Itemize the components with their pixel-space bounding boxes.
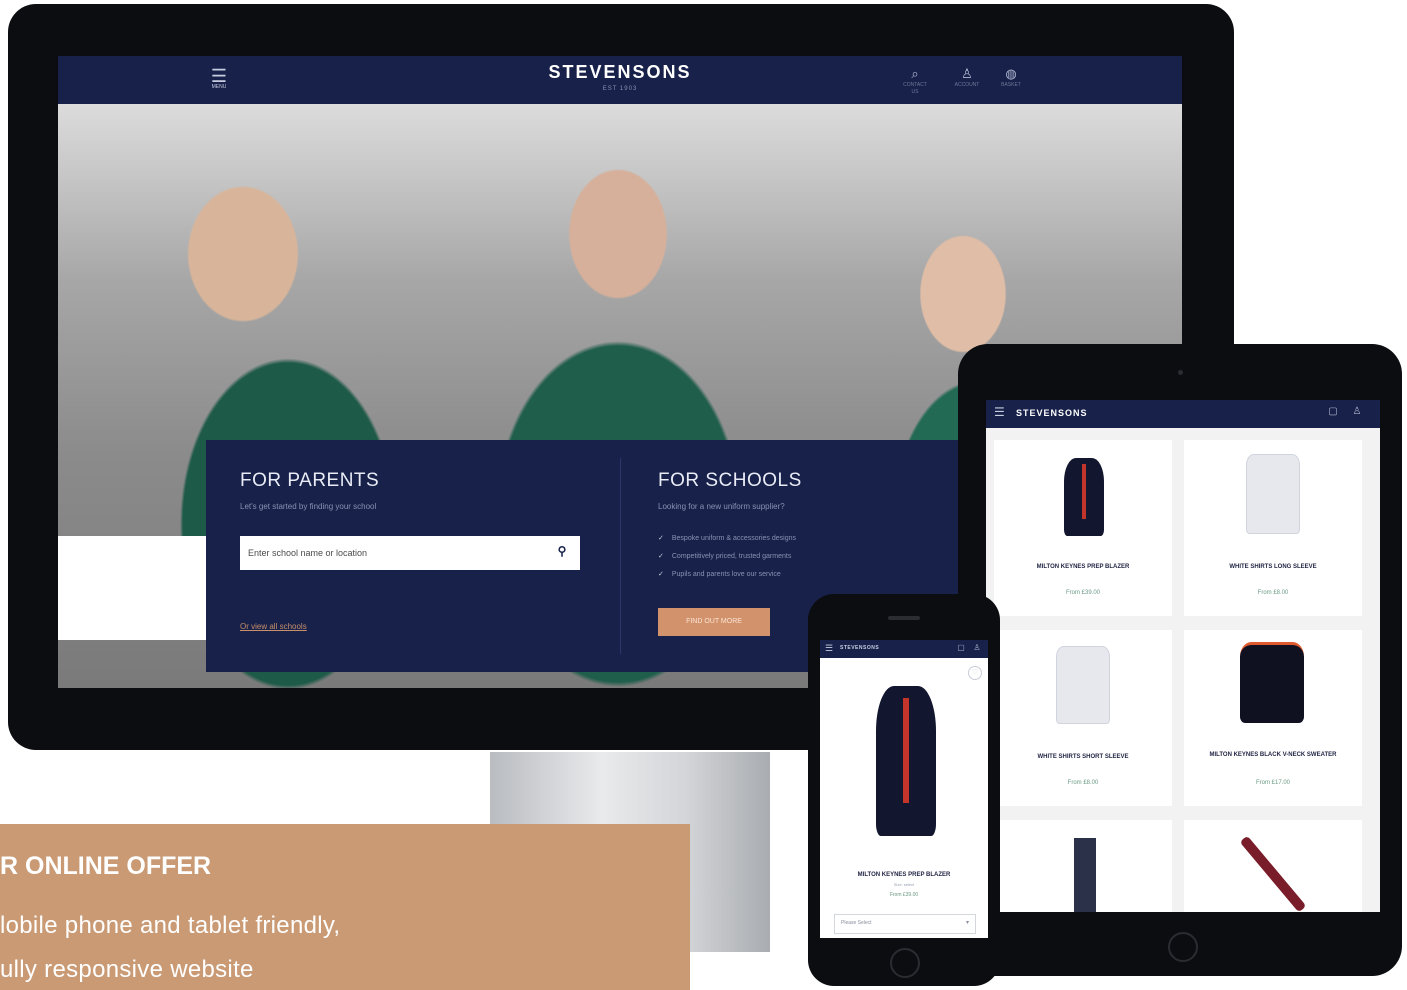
product-card[interactable]	[1184, 820, 1362, 912]
account-icon[interactable]: ♙	[972, 643, 982, 655]
check-icon: ✓	[658, 571, 664, 578]
phone-header: ☰ STEVENSONS ▢ ♙	[820, 640, 988, 658]
site-header: ☰ MENU STEVENSONS EST 1903 ⌕ CONTACT US …	[58, 56, 1182, 104]
account-icon[interactable]: ♙	[1350, 406, 1364, 420]
hero-lower-fill	[58, 536, 208, 640]
search-icon: ⌕	[911, 66, 919, 81]
product-price: From £8.00	[1257, 590, 1289, 596]
panel-divider	[620, 458, 621, 654]
brand-est: EST 1903	[602, 86, 638, 92]
offer-line: ully responsive website	[0, 956, 254, 983]
brand-logo[interactable]: STEVENSONS	[520, 62, 720, 83]
product-price: From £39.00	[1065, 590, 1101, 596]
menu-button[interactable]: ☰ MENU	[208, 66, 230, 94]
product-card[interactable]: MILTON KEYNES PREP BLAZER From £39.00	[994, 440, 1172, 616]
schools-subtitle: Looking for a new uniform supplier?	[658, 502, 785, 511]
product-name: WHITE SHIRTS SHORT SLEEVE	[1037, 754, 1129, 760]
search-icon[interactable]: ⚲	[554, 544, 570, 560]
check-icon: ✓	[658, 553, 664, 560]
school-search-input[interactable]	[248, 545, 548, 561]
shirt-image	[1246, 454, 1300, 534]
product-name: WHITE SHIRTS LONG SLEEVE	[1229, 564, 1317, 570]
basket-icon: ◍	[1005, 66, 1017, 81]
phone-brand[interactable]: STEVENSONS	[840, 645, 879, 651]
hamburger-icon[interactable]: ☰	[825, 643, 835, 655]
schools-benefits-list: ✓ Bespoke uniform & accessories designs ✓…	[658, 530, 796, 584]
benefit-text: Bespoke uniform & accessories designs	[671, 535, 796, 542]
online-offer-banner: R ONLINE OFFER lobile phone and tablet f…	[0, 824, 690, 990]
phone-screen: ☰ STEVENSONS ▢ ♙ ♡ MILTON KEYNES PREP BL…	[820, 640, 988, 938]
tablet-home-button	[1168, 932, 1198, 962]
basket-label: BASKET	[1001, 82, 1021, 88]
product-card[interactable]: WHITE SHIRTS LONG SLEEVE From £8.00	[1184, 440, 1362, 616]
product-card[interactable]: MILTON KEYNES BLACK V-NECK SWEATER From …	[1184, 630, 1362, 806]
product-price: From £8.00	[1067, 780, 1099, 786]
phone-home-button	[890, 948, 920, 978]
account-label: ACCOUNT	[954, 82, 980, 88]
product-card[interactable]: WHITE SHIRTS SHORT SLEEVE From £8.00	[994, 630, 1172, 806]
product-name: MILTON KEYNES BLACK V-NECK SWEATER	[1209, 752, 1337, 758]
product-name: MILTON KEYNES PREP BLAZER	[1036, 564, 1130, 570]
parents-title: FOR PARENTS	[240, 470, 380, 491]
size-select[interactable]: Please Select ▾	[834, 914, 976, 934]
schools-title: FOR SCHOOLS	[658, 470, 802, 491]
benefit-item: ✓ Competitively priced, trusted garments	[658, 548, 796, 566]
tablet-device: ☰ STEVENSONS ▢ ♙ MILTON KEYNES PREP BLAZ…	[958, 344, 1402, 976]
product-price: From £39.00	[889, 892, 919, 898]
find-out-more-button[interactable]: FIND OUT MORE	[658, 608, 770, 636]
offer-line: lobile phone and tablet friendly,	[0, 912, 341, 939]
chevron-down-icon: ▾	[965, 920, 969, 926]
benefit-text: Competitively priced, trusted garments	[671, 553, 792, 560]
account-icon: ♙	[961, 66, 973, 81]
contact-label: CONTACT US	[903, 82, 927, 95]
product-name: MILTON KEYNES PREP BLAZER	[857, 872, 951, 878]
account-button[interactable]: ♙ ACCOUNT	[952, 66, 982, 96]
search-icon[interactable]: ▢	[956, 643, 966, 655]
benefit-item: ✓ Bespoke uniform & accessories designs	[658, 530, 796, 548]
wishlist-icon[interactable]: ♡	[968, 666, 982, 680]
product-card[interactable]	[994, 820, 1172, 912]
size-select-label: Please Select	[841, 920, 872, 926]
blazer-image	[876, 686, 936, 836]
benefit-item: ✓ Pupils and parents love our service	[658, 566, 796, 584]
phone-speaker	[888, 616, 920, 620]
tablet-header: ☰ STEVENSONS ▢ ♙	[986, 400, 1380, 428]
tablet-brand[interactable]: STEVENSONS	[1016, 408, 1088, 418]
basket-button[interactable]: ◍ BASKET	[996, 66, 1026, 96]
blazer-image	[1064, 458, 1104, 536]
check-icon: ✓	[658, 535, 664, 542]
parents-subtitle: Let's get started by finding your school	[240, 502, 377, 511]
sweater-image	[1240, 642, 1304, 723]
tie-image	[1239, 835, 1307, 912]
contact-button[interactable]: ⌕ CONTACT US	[900, 66, 930, 96]
school-search: ⚲	[240, 536, 580, 570]
view-all-schools-link[interactable]: Or view all schools	[240, 622, 307, 631]
apple-logo-icon	[610, 708, 630, 730]
benefit-text: Pupils and parents love our service	[671, 571, 781, 578]
hamburger-icon[interactable]: ☰	[994, 406, 1008, 420]
tablet-screen: ☰ STEVENSONS ▢ ♙ MILTON KEYNES PREP BLAZ…	[986, 400, 1380, 912]
hamburger-icon: ☰	[210, 66, 228, 86]
product-subtitle: Size: select	[893, 882, 915, 887]
phone-device: ☰ STEVENSONS ▢ ♙ ♡ MILTON KEYNES PREP BL…	[808, 594, 1000, 986]
tablet-camera	[1178, 370, 1183, 375]
trousers-image	[1074, 838, 1096, 912]
product-price: From £17.00	[1255, 780, 1291, 786]
offer-title: R ONLINE OFFER	[0, 852, 212, 880]
shirt-image	[1056, 646, 1110, 724]
search-icon[interactable]: ▢	[1326, 406, 1340, 420]
